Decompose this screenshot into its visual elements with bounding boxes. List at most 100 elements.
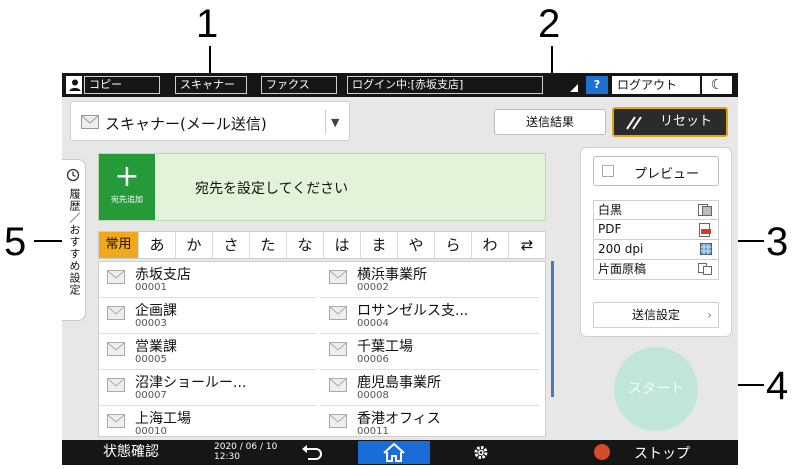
help-button[interactable]: ? xyxy=(586,76,608,94)
destination-name: 企画課 xyxy=(135,303,177,319)
chevron-right-icon: › xyxy=(707,308,712,322)
add-destination-area: + 宛先追加 宛先を設定してください xyxy=(98,153,546,221)
tab-fax[interactable]: ファクス xyxy=(261,76,337,94)
send-settings-button[interactable]: 送信設定 › xyxy=(593,302,719,328)
stop-icon xyxy=(594,444,610,460)
index-tab-ha[interactable]: は xyxy=(324,232,361,258)
destination-number: 00010 xyxy=(135,426,167,437)
start-button[interactable]: スタート xyxy=(614,347,698,431)
envelope-icon xyxy=(329,378,347,392)
destination-number: 00005 xyxy=(135,354,167,365)
envelope-icon xyxy=(107,270,125,284)
envelope-icon xyxy=(329,306,347,320)
resolution-icon xyxy=(700,243,712,255)
envelope-icon xyxy=(81,115,99,129)
index-tab-ka[interactable]: か xyxy=(176,232,213,258)
destination-name: 鹿児島事業所 xyxy=(357,375,441,391)
resize-icon xyxy=(570,84,578,92)
index-tab-ma[interactable]: ま xyxy=(361,232,398,258)
callout-4: 4 xyxy=(766,364,789,408)
bw-document-icon xyxy=(698,204,712,216)
envelope-icon xyxy=(107,342,125,356)
envelope-icon xyxy=(107,414,125,428)
list-item[interactable]: 営業課 00005 xyxy=(99,334,317,370)
destination-name: 営業課 xyxy=(135,339,177,355)
user-tools-button[interactable] xyxy=(466,442,496,463)
destination-number: 00008 xyxy=(357,390,389,401)
index-tab-frequent[interactable]: 常用 xyxy=(99,232,139,258)
clock-icon xyxy=(66,168,80,182)
setting-file-format[interactable]: PDF xyxy=(593,220,719,240)
callout-5: 5 xyxy=(4,220,27,264)
destination-name: 赤坂支店 xyxy=(135,267,191,283)
reset-button[interactable]: リセット xyxy=(612,107,728,137)
preview-label: プレビュー xyxy=(634,167,700,182)
destination-name: 沼津ショールー... xyxy=(135,375,247,391)
setting-original-sides[interactable]: 片面原稿 xyxy=(593,260,719,280)
energy-saver-button[interactable]: ☾ xyxy=(702,76,732,94)
history-tab-label: 履歴／おすすめ設定 xyxy=(68,188,81,296)
tab-copy[interactable]: コピー xyxy=(84,76,160,94)
index-tab-a[interactable]: あ xyxy=(139,232,176,258)
list-scrollbar[interactable] xyxy=(551,261,554,397)
dropdown-arrow-icon: ▼ xyxy=(331,116,340,129)
index-tab-sa[interactable]: さ xyxy=(213,232,250,258)
envelope-icon xyxy=(329,270,347,284)
destination-number: 00011 xyxy=(357,426,389,437)
stop-button[interactable]: ストップ xyxy=(582,440,738,465)
resolution-value: 200 dpi xyxy=(598,242,644,256)
list-item[interactable]: ロサンゼルス支... 00004 xyxy=(321,298,539,334)
user-icon-button[interactable] xyxy=(66,76,82,94)
tab-scanner[interactable]: スキャナー xyxy=(175,76,247,94)
index-tab-ya[interactable]: や xyxy=(398,232,435,258)
list-item[interactable]: 香港オフィス 00011 xyxy=(321,406,539,437)
list-item[interactable]: 鹿児島事業所 00008 xyxy=(321,370,539,406)
destination-name: 香港オフィス xyxy=(357,411,441,427)
destination-name: ロサンゼルス支... xyxy=(357,303,469,319)
envelope-icon xyxy=(329,342,347,356)
screen-resize-handle[interactable] xyxy=(544,76,580,94)
envelope-icon xyxy=(329,414,347,428)
callout-3: 3 xyxy=(766,220,789,264)
list-item[interactable]: 沼津ショールー... 00007 xyxy=(99,370,317,406)
destination-name: 上海工場 xyxy=(135,411,191,427)
envelope-icon xyxy=(107,378,125,392)
setting-resolution[interactable]: 200 dpi xyxy=(593,240,719,260)
index-tab-wa[interactable]: わ xyxy=(472,232,509,258)
moon-icon: ☾ xyxy=(710,77,724,93)
destination-name: 千葉工場 xyxy=(357,339,413,355)
index-tab-switch[interactable]: ⇄ xyxy=(509,232,545,258)
home-button[interactable] xyxy=(358,441,430,464)
envelope-icon xyxy=(107,306,125,320)
preview-checkbox[interactable]: プレビュー xyxy=(593,156,719,186)
checkbox-icon xyxy=(602,165,614,177)
stop-label: ストップ xyxy=(634,446,690,462)
add-destination-button[interactable]: + 宛先追加 xyxy=(99,154,155,220)
callout-1: 1 xyxy=(196,2,219,46)
destination-mode-select[interactable]: スキャナー(メール送信) ▼ xyxy=(70,101,350,141)
scan-settings-panel: プレビュー 白黒 PDF 200 dpi 片面原稿 送信設定 › xyxy=(580,147,732,337)
destination-number: 00003 xyxy=(135,318,167,329)
pdf-file-icon xyxy=(699,223,711,237)
setting-color-mode[interactable]: 白黒 xyxy=(593,200,719,220)
status-check-button[interactable]: 状態確認 xyxy=(62,440,200,465)
list-item[interactable]: 横浜事業所 00002 xyxy=(321,262,539,298)
destination-list: 赤坂支店 00001 横浜事業所 00002 企画課 00003 ロサンゼルス支… xyxy=(98,261,546,437)
index-tab-bar: 常用 あ か さ た な は ま や ら わ ⇄ xyxy=(98,231,546,259)
device-screen: コピー スキャナー ファクス ログイン中:[赤坂支店] ? ログアウト ☾ スキ… xyxy=(62,73,738,465)
logout-button[interactable]: ログアウト xyxy=(612,76,700,94)
history-recommended-tab[interactable]: 履歴／おすすめ設定 xyxy=(62,159,86,321)
home-icon xyxy=(383,442,405,462)
list-item[interactable]: 企画課 00003 xyxy=(99,298,317,334)
list-item[interactable]: 千葉工場 00006 xyxy=(321,334,539,370)
index-tab-ta[interactable]: た xyxy=(250,232,287,258)
destination-number: 00001 xyxy=(135,282,167,293)
callout-2: 2 xyxy=(538,2,561,46)
list-item[interactable]: 赤坂支店 00001 xyxy=(99,262,317,298)
index-tab-ra[interactable]: ら xyxy=(435,232,472,258)
back-button[interactable] xyxy=(294,442,330,463)
original-sides-value: 片面原稿 xyxy=(598,262,647,276)
send-result-button[interactable]: 送信結果 xyxy=(494,109,606,135)
list-item[interactable]: 上海工場 00010 xyxy=(99,406,317,437)
index-tab-na[interactable]: な xyxy=(287,232,324,258)
